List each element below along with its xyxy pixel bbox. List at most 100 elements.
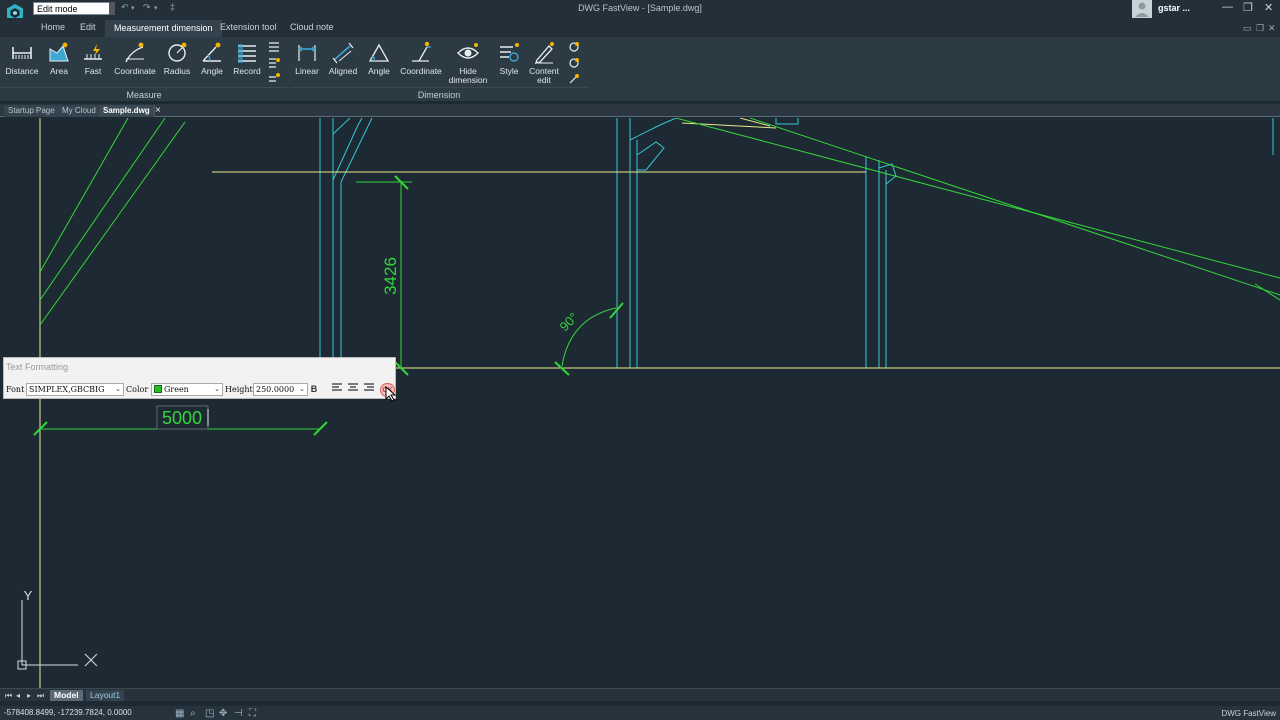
- doc-tab-my-cloud[interactable]: My Cloud: [58, 105, 101, 117]
- angle-icon: [202, 42, 221, 62]
- document-tab-bar: Startup Page My Cloud Sample.dwg: [0, 104, 1280, 117]
- area-icon: [49, 42, 69, 62]
- green-swatch-icon: [154, 385, 162, 393]
- first-layout-icon[interactable]: ⏮: [5, 691, 12, 701]
- ucs-icon: [17, 600, 98, 670]
- list-export-small-icon[interactable]: [268, 73, 280, 85]
- color-select-value: Green: [164, 385, 189, 394]
- fast-label: Fast: [84, 66, 102, 76]
- ucs-y-label: Y: [24, 588, 33, 603]
- angle-dimension-icon: [368, 43, 390, 62]
- ribbon-panel: Distance Area Fast Coordinate Radius Ang…: [0, 37, 1280, 101]
- doc-tab-close-icon[interactable]: ×: [155, 105, 161, 116]
- radius-icon: [168, 42, 187, 62]
- coordinate-dimension-icon: [412, 41, 431, 62]
- dim-option-3-icon[interactable]: [568, 73, 580, 85]
- status-bar: -578408.8499, -17239.7824, 0.0000 ▦ ⌕ ◳ …: [0, 706, 1280, 720]
- color-label: Color: [126, 385, 149, 394]
- align-center-button[interactable]: [346, 383, 360, 396]
- doc-tab-startup-page[interactable]: Startup Page: [4, 105, 60, 117]
- doc-minimize-button[interactable]: ▭: [1243, 23, 1252, 34]
- close-button[interactable]: ✕: [1264, 1, 1273, 14]
- align-right-button[interactable]: [362, 383, 376, 396]
- zoom-window-icon[interactable]: ◳: [205, 708, 214, 719]
- doc-close-button[interactable]: ✕: [1268, 23, 1276, 34]
- fast-measure-icon: [84, 44, 102, 60]
- align-left-icon: [332, 383, 342, 391]
- tab-home[interactable]: Home: [41, 22, 65, 32]
- hide-dimension-button[interactable]: Hide dimension: [447, 41, 489, 85]
- distance-icon: [12, 47, 32, 59]
- maximize-button[interactable]: ❐: [1243, 1, 1253, 14]
- pencil-icon: [535, 42, 554, 64]
- text-formatting-controls: Font SIMPLEX,GBCBIG ⌄ Color Green ⌄ Height…: [4, 383, 395, 397]
- doc-restore-button[interactable]: ❐: [1256, 23, 1264, 34]
- tab-measurement-dimension[interactable]: Measurement dimension: [105, 20, 222, 37]
- record-label: Record: [233, 66, 261, 76]
- user-avatar[interactable]: [1132, 0, 1152, 18]
- user-icon: [1135, 2, 1149, 17]
- next-layout-icon[interactable]: ▸: [27, 691, 31, 700]
- drawing-svg[interactable]: 3426 90° 5000 Y: [0, 118, 1280, 688]
- layout-tab-model[interactable]: Model: [50, 690, 83, 701]
- diagonal-lines-green: [39, 118, 1280, 326]
- text-formatting-title: Text Formatting: [6, 362, 69, 372]
- bold-button[interactable]: B: [307, 383, 321, 396]
- tab-extension-tool[interactable]: Extension tool: [220, 22, 277, 32]
- align-left-button[interactable]: [330, 383, 344, 396]
- dimension-group-label: Dimension: [290, 87, 588, 100]
- fast-tool-button[interactable]: Fast: [72, 41, 114, 76]
- chevron-down-icon: ⌄: [299, 385, 305, 393]
- minimize-button[interactable]: —: [1222, 1, 1233, 13]
- font-select[interactable]: SIMPLEX,GBCBIG ⌄: [26, 383, 124, 396]
- grid-icon[interactable]: ▦: [175, 708, 184, 719]
- dimension-3426-text[interactable]: 3426: [381, 257, 400, 295]
- angle-dimension-button[interactable]: Angle: [358, 41, 400, 76]
- distance-tool-button[interactable]: Distance: [1, 41, 43, 76]
- last-layout-icon[interactable]: ⏭: [37, 691, 44, 701]
- mouse-cursor-icon: [385, 386, 397, 402]
- list-small-icon[interactable]: [268, 41, 280, 53]
- measure-group: Distance Area Fast Coordinate Radius Ang…: [0, 37, 288, 101]
- layout-tab-bar: ⏮ ◂ ▸ ⏭ Model Layout1: [0, 688, 1280, 701]
- dim-option-2-icon[interactable]: [568, 57, 580, 69]
- coordinate-readout: -578408.8499, -17239.7824, 0.0000: [4, 708, 132, 717]
- brand-label: DWG FastView: [1221, 709, 1276, 718]
- ribbon-tab-bar: Home Edit Measurement dimension Extensio…: [0, 18, 1280, 37]
- coordinate-measure-button[interactable]: Coordinate: [114, 41, 156, 76]
- height-input[interactable]: 250.0000 ⌄: [253, 383, 308, 396]
- structure-lines-cyan: [319, 118, 1274, 368]
- tab-edit[interactable]: Edit: [80, 22, 96, 32]
- prev-layout-icon[interactable]: ◂: [16, 691, 20, 700]
- hide-label-2: dimension: [448, 75, 488, 85]
- drawing-canvas[interactable]: 3426 90° 5000 Y: [0, 118, 1280, 688]
- list-add-small-icon[interactable]: [268, 57, 280, 69]
- distance-label: Distance: [5, 66, 39, 76]
- pan-icon[interactable]: ✥: [219, 708, 227, 719]
- tab-cloud-note[interactable]: Cloud note: [290, 22, 334, 32]
- layout-tab-layout1[interactable]: Layout1: [86, 690, 125, 701]
- user-name[interactable]: gstar ...: [1158, 3, 1190, 13]
- coordinate-dim-label: Coordinate: [400, 66, 442, 76]
- linear-dimension-icon: [298, 45, 316, 61]
- ortho-icon[interactable]: ⊣: [234, 708, 243, 719]
- coordinate-icon: [125, 42, 144, 63]
- align-center-icon: [348, 383, 358, 391]
- record-tool-button[interactable]: Record: [226, 41, 268, 76]
- angle-dim-label: Angle: [368, 66, 390, 76]
- text-formatting-toolbar: Text Formatting Font SIMPLEX,GBCBIG ⌄ Col…: [3, 357, 396, 399]
- window-title: DWG FastView - [Sample.dwg]: [578, 3, 702, 13]
- doc-tab-sample-dwg[interactable]: Sample.dwg: [99, 105, 155, 117]
- zoom-icon[interactable]: ⌕: [190, 708, 196, 719]
- content-label-2: edit: [537, 75, 551, 85]
- height-label: Height: [225, 385, 253, 394]
- color-select[interactable]: Green ⌄: [151, 383, 223, 396]
- app-window: Edit mode ↶ ▾ ↷ ▾ ‡ DWG FastView - [Samp…: [0, 0, 1280, 720]
- font-label: Font: [6, 385, 25, 394]
- coordinate-dimension-button[interactable]: Coordinate: [400, 41, 442, 76]
- content-edit-button[interactable]: Content edit: [523, 41, 565, 85]
- dim-option-1-icon[interactable]: [568, 41, 580, 53]
- zoom-extents-icon[interactable]: ⛶: [249, 708, 256, 719]
- title-bar: Edit mode ↶ ▾ ↷ ▾ ‡ DWG FastView - [Samp…: [0, 0, 1280, 22]
- dimension-5000-edit-text[interactable]: 5000: [162, 408, 202, 428]
